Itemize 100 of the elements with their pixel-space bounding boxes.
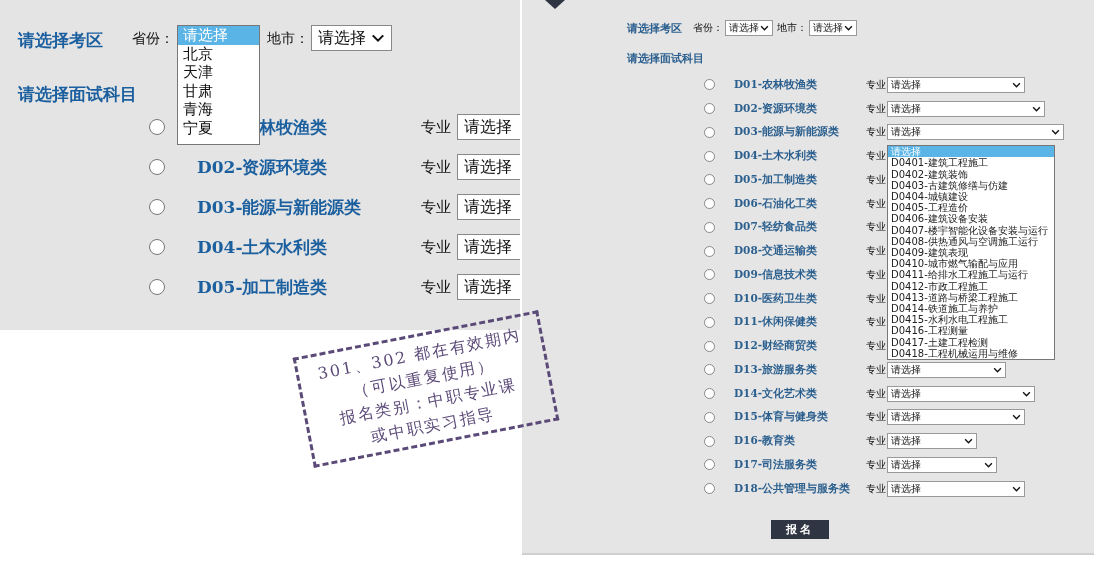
major-label: 专业 (866, 386, 887, 401)
radio-button[interactable] (704, 364, 715, 376)
radio-button[interactable] (149, 199, 165, 215)
major-select[interactable]: 请选择 (887, 100, 1045, 117)
submit-button[interactable]: 报名 (771, 519, 829, 539)
category-label: D10-医药卫生类 (734, 291, 819, 306)
province-dropdown-list[interactable]: 请选择 北京 天津 甘肃 青海 宁夏 (177, 25, 260, 145)
radio-button[interactable] (704, 126, 715, 138)
radio-button[interactable] (149, 159, 165, 175)
major-select[interactable]: 请选择 (887, 76, 1025, 93)
chevron-down-icon (1051, 129, 1060, 136)
dropdown-option[interactable]: 天津 (178, 63, 259, 82)
dropdown-option[interactable]: D0401-建筑工程施工 (888, 157, 1054, 169)
radio-button[interactable] (704, 150, 715, 162)
chevron-down-icon (984, 461, 993, 468)
radio-button[interactable] (704, 411, 715, 423)
major-select[interactable]: 请选择 (887, 361, 1006, 378)
category-label: D11-休闲保健类 (734, 315, 819, 330)
dropdown-option[interactable]: D0417-土建工程检测 (888, 336, 1054, 348)
dropdown-option[interactable]: D0405-工程造价 (888, 202, 1054, 214)
dropdown-option[interactable]: D0412-市政工程施工 (888, 280, 1054, 292)
major-select[interactable]: 请选择 (457, 114, 520, 140)
radio-button[interactable] (704, 483, 715, 495)
major-select[interactable]: 请选择 (887, 409, 1025, 426)
dropdown-option[interactable]: D0408-供热通风与空调施工运行 (888, 235, 1054, 247)
category-label: D07-轻纺食品类 (734, 220, 819, 235)
radio-button[interactable] (704, 103, 715, 115)
category-label: D17-司法服务类 (734, 457, 819, 472)
major-dropdown-list[interactable] (887, 145, 1055, 360)
category-label: D02-资源环境类 (734, 101, 819, 116)
dropdown-option[interactable]: D0409-建筑表现 (888, 246, 1054, 259)
radio-button[interactable] (704, 79, 715, 91)
major-label: 专业 (866, 339, 887, 354)
radio-button[interactable] (149, 279, 165, 295)
province-select[interactable]: 请选择 (725, 20, 773, 36)
chevron-down-icon (964, 438, 973, 445)
major-select[interactable]: 请选择 (887, 124, 1064, 141)
radio-button[interactable] (704, 340, 715, 352)
major-select[interactable]: 请选择 (457, 154, 520, 180)
chevron-down-icon (760, 25, 769, 31)
radio-button[interactable] (704, 198, 715, 210)
major-select[interactable]: 请选择 (457, 234, 520, 260)
dropdown-option[interactable]: D0402-建筑装饰 (888, 168, 1054, 180)
major-label: 专业 (421, 237, 452, 257)
dropdown-option[interactable]: D0403-古建筑修缮与仿建 (888, 179, 1054, 191)
major-label: 专业 (421, 157, 452, 177)
major-label: 专业 (866, 196, 887, 211)
dropdown-option[interactable]: 北京 (178, 44, 259, 64)
major-select[interactable]: 请选择 (887, 456, 997, 473)
major-label: 专业 (866, 244, 887, 259)
radio-button[interactable] (704, 174, 715, 186)
radio-button[interactable] (704, 293, 715, 305)
major-label: 专业 (866, 77, 887, 92)
dropdown-option[interactable]: D0415-水利水电工程施工 (888, 314, 1054, 326)
dropdown-option[interactable]: 宁夏 (178, 118, 259, 138)
dropdown-option[interactable]: D0418-工程机械运用与维修 (888, 347, 1054, 359)
province-label: 省份： (693, 21, 723, 35)
major-label: 专业 (866, 434, 887, 449)
major-label: 专业 (866, 291, 887, 306)
section-title: 请选择考区 (18, 29, 104, 52)
radio-button[interactable] (704, 245, 715, 257)
section-title: 请选择考区 (627, 20, 683, 36)
city-select[interactable]: 请选择 (809, 20, 857, 36)
chevron-down-icon (1012, 81, 1021, 88)
dropdown-option[interactable]: D0410-城市燃气输配与应用 (888, 258, 1054, 270)
major-label: 专业 (866, 125, 887, 140)
radio-button[interactable] (704, 221, 715, 233)
radio-button[interactable] (704, 435, 715, 447)
chevron-down-icon (844, 25, 853, 31)
radio-button[interactable] (704, 269, 715, 281)
category-label: D01-农林牧渔类 (734, 77, 819, 92)
radio-button[interactable] (149, 119, 165, 135)
major-label: 专业 (866, 481, 887, 496)
category-label: D02-资源环境类 (197, 155, 329, 179)
radio-button[interactable] (704, 388, 715, 400)
dropdown-option[interactable]: D0416-工程测量 (888, 325, 1054, 337)
category-label: D04-土木水利类 (197, 235, 329, 259)
dropdown-option[interactable]: D0413-道路与桥梁工程施工 (888, 291, 1054, 303)
category-label: D15-体育与健身类 (734, 410, 830, 425)
chevron-down-icon (1012, 485, 1021, 492)
radio-button[interactable] (704, 316, 715, 328)
major-select[interactable]: 请选择 (887, 385, 1035, 402)
major-select[interactable]: 请选择 (457, 274, 520, 300)
dropdown-option[interactable]: D0406-建筑设备安装 (888, 213, 1054, 225)
city-select[interactable]: 请选择 (311, 25, 392, 51)
dropdown-option[interactable]: D0407-楼宇智能化设备安装与运行 (888, 224, 1054, 236)
dropdown-option[interactable]: D0414-铁道施工与养护 (888, 302, 1054, 315)
dropdown-option[interactable]: 甘肃 (178, 81, 259, 101)
major-label: 专业 (866, 101, 887, 116)
dropdown-option[interactable]: D0404-城镇建设 (888, 190, 1054, 203)
category-label: D05-加工制造类 (734, 172, 819, 187)
dropdown-option[interactable]: D0411-给排水工程施工与运行 (888, 269, 1054, 281)
major-select[interactable]: 请选择 (887, 433, 977, 450)
radio-button[interactable] (149, 239, 165, 255)
major-select[interactable]: 请选择 (887, 480, 1025, 497)
city-label: 地市： (267, 29, 310, 48)
dropdown-option[interactable]: 青海 (178, 100, 259, 119)
category-label: D05-加工制造类 (197, 275, 329, 299)
major-select[interactable]: 请选择 (457, 194, 520, 220)
radio-button[interactable] (704, 459, 715, 471)
